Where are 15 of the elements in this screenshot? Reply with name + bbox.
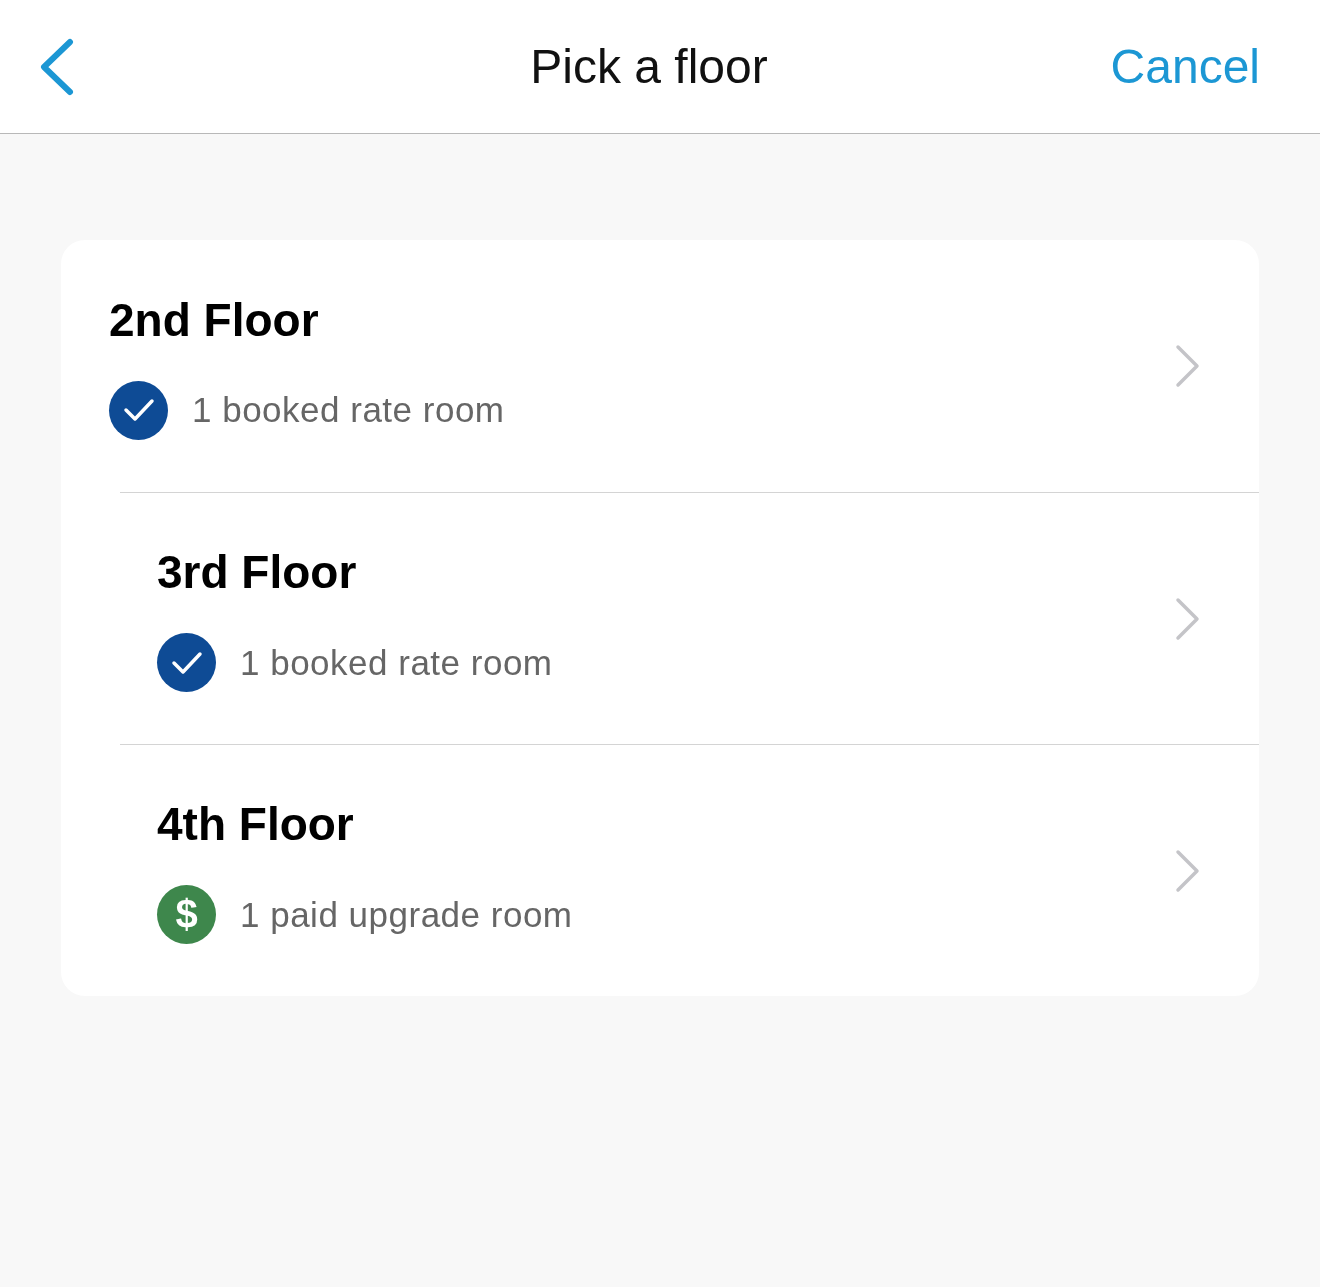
floor-name: 2nd Floor [109, 292, 320, 347]
room-note: 1 paid upgrade room [240, 894, 573, 935]
floor-row[interactable]: 3rd Floor 1 booked rate room [120, 492, 1259, 744]
chevron-right-icon [1175, 596, 1201, 641]
chevron-right-icon [1175, 848, 1201, 893]
floor-row[interactable]: 4th Floor $ 1 paid upgrade room [120, 744, 1259, 996]
chevron-right-icon [1175, 344, 1201, 388]
floor-name: 4th Floor [157, 797, 355, 851]
floor-row[interactable]: 2nd Floor 1 booked rate room [61, 240, 1259, 492]
page-title: Pick a floor [530, 39, 768, 94]
dollar-icon: $ [157, 885, 216, 944]
room-note: 1 booked rate room [240, 642, 553, 683]
floor-name: 3rd Floor [157, 545, 358, 599]
back-button[interactable] [38, 37, 74, 96]
room-note: 1 booked rate room [192, 390, 505, 430]
